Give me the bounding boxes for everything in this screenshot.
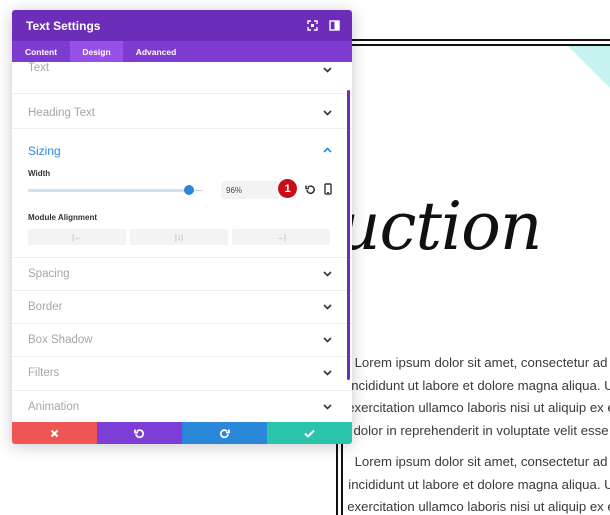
chevron-down-icon bbox=[323, 368, 332, 378]
redo-button[interactable] bbox=[182, 422, 267, 444]
width-label: Width bbox=[28, 169, 51, 178]
chevron-down-icon bbox=[323, 65, 332, 75]
frame-border-left bbox=[336, 444, 338, 515]
section-label: Heading Text bbox=[28, 107, 95, 119]
section-label[interactable]: Sizing bbox=[28, 144, 61, 158]
align-right-button[interactable]: →| bbox=[232, 229, 330, 245]
panel-header[interactable]: Text Settings bbox=[12, 10, 352, 41]
fullscreen-icon[interactable] bbox=[306, 19, 318, 31]
page-heading: uction bbox=[338, 188, 542, 265]
settings-scroll-area: Text Heading Text Sizing Width 1 bbox=[12, 62, 352, 422]
frame-border-top bbox=[350, 39, 610, 41]
settings-tabs: Content Design Advanced bbox=[12, 41, 352, 62]
panel-title: Text Settings bbox=[26, 18, 101, 33]
module-alignment-group: |← |↕| →| bbox=[28, 229, 330, 245]
section-label: Box Shadow bbox=[28, 334, 93, 346]
close-icon bbox=[50, 429, 59, 437]
section-animation[interactable]: Animation bbox=[12, 391, 352, 422]
section-filters[interactable]: Filters bbox=[12, 357, 352, 391]
chevron-up-icon[interactable] bbox=[323, 145, 332, 155]
check-icon bbox=[304, 429, 315, 438]
chevron-down-icon bbox=[323, 335, 332, 345]
paragraph-line: incididunt ut labore et dolore magna ali… bbox=[348, 377, 610, 393]
paragraph-line: Lorem ipsum dolor sit amet, consectetur … bbox=[354, 454, 608, 469]
section-text[interactable]: Text bbox=[12, 62, 352, 94]
undo-icon bbox=[134, 428, 145, 438]
align-right-icon: →| bbox=[275, 232, 287, 242]
body-paragraph-1: Lorem ipsum dolor sit amet, consectetur … bbox=[346, 352, 610, 442]
section-label: Filters bbox=[28, 367, 60, 379]
body-paragraph-2: Lorem ipsum dolor sit amet, consectetur … bbox=[346, 451, 610, 515]
sidebar-toggle-icon[interactable] bbox=[328, 19, 340, 31]
section-label: Spacing bbox=[28, 268, 70, 280]
frame-border-left-inner bbox=[341, 444, 343, 515]
width-slider-handle[interactable] bbox=[184, 185, 195, 195]
save-button[interactable] bbox=[267, 422, 352, 444]
slider-end-mark bbox=[196, 190, 202, 191]
tab-design[interactable]: Design bbox=[70, 41, 123, 62]
paragraph-line: dolor in reprehenderit in voluptate veli… bbox=[353, 422, 609, 438]
align-center-button[interactable]: |↕| bbox=[130, 229, 228, 245]
width-slider-fill bbox=[28, 189, 190, 192]
chevron-down-icon bbox=[323, 402, 332, 412]
paragraph-line: exercitation ullamco laboris nisi ut ali… bbox=[347, 499, 610, 514]
chevron-down-icon bbox=[323, 302, 332, 312]
section-border[interactable]: Border bbox=[12, 291, 352, 324]
redo-icon bbox=[219, 428, 230, 438]
undo-button[interactable] bbox=[97, 422, 182, 444]
text-settings-panel: Text Settings Content Design Advanced Te… bbox=[12, 10, 352, 444]
tab-content[interactable]: Content bbox=[12, 41, 70, 62]
section-label: Border bbox=[28, 301, 63, 313]
module-alignment-label: Module Alignment bbox=[28, 213, 98, 222]
section-sizing: Sizing Width 1 Module Alignment |← bbox=[12, 129, 352, 258]
width-slider-track[interactable] bbox=[28, 189, 196, 192]
section-label: Animation bbox=[28, 401, 80, 413]
section-heading-text[interactable]: Heading Text bbox=[12, 95, 352, 129]
paragraph-line: exercitation ullamco laboris nisi ut ali… bbox=[347, 400, 610, 415]
cancel-button[interactable] bbox=[12, 422, 97, 444]
decorative-corner bbox=[568, 46, 610, 88]
step-badge: 1 bbox=[278, 179, 297, 198]
panel-footer bbox=[12, 422, 352, 444]
paragraph-line: Lorem ipsum dolor sit amet, consectetur … bbox=[354, 355, 608, 370]
paragraph-line: incididunt ut labore et dolore magna ali… bbox=[348, 476, 610, 492]
chevron-down-icon bbox=[323, 108, 332, 118]
reset-icon[interactable] bbox=[304, 182, 316, 196]
tab-advanced[interactable]: Advanced bbox=[123, 41, 189, 62]
width-value-input[interactable] bbox=[221, 181, 279, 199]
chevron-down-icon bbox=[323, 269, 332, 279]
align-left-button[interactable]: |← bbox=[28, 229, 126, 245]
section-box-shadow[interactable]: Box Shadow bbox=[12, 324, 352, 357]
align-left-icon: |← bbox=[71, 232, 83, 242]
section-spacing[interactable]: Spacing bbox=[12, 258, 352, 291]
section-label: Text bbox=[28, 62, 50, 74]
panel-scrollbar[interactable] bbox=[347, 90, 350, 380]
align-center-icon: |↕| bbox=[174, 232, 184, 242]
mobile-icon[interactable] bbox=[322, 182, 334, 196]
